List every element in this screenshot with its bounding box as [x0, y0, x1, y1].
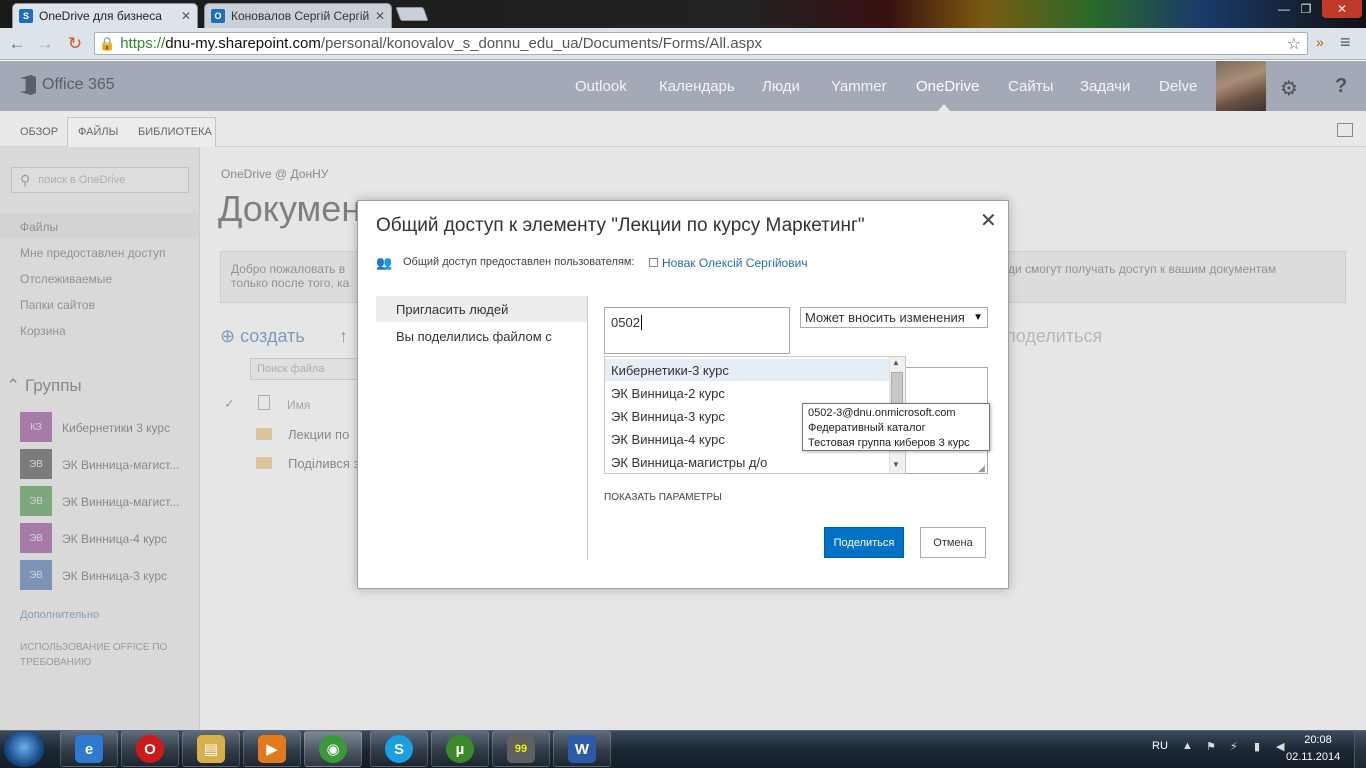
taskbar-utorrent[interactable]: µ	[431, 731, 489, 767]
invite-value: 0502	[611, 315, 640, 330]
sharepoint-icon: S	[19, 9, 33, 23]
users-icon: 👥	[376, 255, 393, 270]
close-icon[interactable]: ✕	[980, 208, 997, 233]
maximize-button[interactable]: ❐	[1292, 0, 1320, 18]
url-host: dnu-my.sharepoint.com	[165, 35, 321, 52]
address-bar[interactable]: 🔒 https://dnu-my.sharepoint.com/personal…	[94, 32, 1308, 55]
ribbon-tab-library[interactable]: БИБЛИОТЕКА	[138, 126, 212, 138]
chevron-down-icon: ▼	[973, 312, 983, 323]
office365-logo[interactable]: Office 365	[20, 75, 115, 95]
resize-grip-icon[interactable]: ◢	[978, 463, 985, 474]
language-indicator[interactable]: RU	[1152, 740, 1168, 752]
tooltip-description: Тестовая группа киберов 3 курс	[808, 437, 970, 449]
taskbar-word[interactable]: W	[553, 731, 611, 767]
taskbar-chrome[interactable]: ◉	[304, 731, 362, 767]
tooltip-directory: Федеративный каталог	[808, 422, 926, 434]
tray-expand-icon[interactable]: ▲	[1182, 740, 1193, 752]
gear-icon[interactable]: ⚙	[1280, 76, 1298, 101]
word-icon: W	[568, 735, 596, 763]
power-icon[interactable]: ⚡	[1230, 740, 1238, 753]
autocomplete-item[interactable]: ЭК Винница-3 курс	[611, 409, 725, 424]
nav-yammer[interactable]: Yammer	[831, 78, 887, 95]
scroll-down-icon[interactable]: ▼	[892, 460, 900, 469]
office-logo-icon	[20, 75, 36, 95]
autocomplete-item[interactable]: ЭК Винница-магистры д/о	[611, 455, 767, 470]
user-presence-icon	[649, 258, 658, 267]
nav-outlook[interactable]: Outlook	[575, 78, 627, 95]
ribbon-tab-files[interactable]: ФАЙЛЫ	[78, 126, 118, 138]
opera-icon: O	[136, 735, 164, 763]
tab-title: Коновалов Сергій Сергій	[231, 9, 369, 23]
autocomplete-item[interactable]: Кибернетики-3 курс	[611, 363, 729, 378]
avatar[interactable]	[1216, 61, 1266, 111]
clock-date[interactable]: 02.11.2014	[1286, 751, 1340, 763]
invite-people-input[interactable]: 0502	[604, 307, 790, 354]
flag-icon[interactable]: ⚑	[1206, 740, 1216, 753]
taskbar-explorer[interactable]: ▤	[182, 731, 240, 767]
show-options-link[interactable]: ПОКАЗАТЬ ПАРАМЕТРЫ	[604, 492, 722, 503]
folder-icon: ▤	[197, 735, 225, 763]
tab-shared-with[interactable]: Вы поделились файлом с	[396, 329, 552, 344]
shared-user-link[interactable]: Новак Олексій Сергійович	[662, 256, 808, 270]
taskbar-media-player[interactable]: ▶	[243, 731, 301, 767]
outlook-icon: O	[211, 9, 225, 23]
skype-icon: S	[385, 735, 413, 763]
tab-konovalov[interactable]: O Коновалов Сергій Сергій ✕	[204, 3, 392, 28]
nav-sites[interactable]: Сайты	[1008, 78, 1053, 95]
permission-select[interactable]: Может вносить изменения ▼	[800, 307, 988, 328]
volume-icon[interactable]: ◀	[1276, 740, 1284, 753]
extensions-chevron-icon[interactable]: »	[1316, 34, 1324, 50]
cancel-button[interactable]: Отмена	[920, 527, 986, 558]
nav-tasks[interactable]: Задачи	[1080, 78, 1130, 95]
nav-people[interactable]: Люди	[762, 78, 800, 95]
show-desktop-button[interactable]	[1354, 731, 1366, 768]
autocomplete-item[interactable]: ЭК Винница-2 курс	[611, 386, 725, 401]
lock-icon: 🔒	[99, 35, 116, 51]
help-icon[interactable]: ?	[1335, 75, 1347, 98]
dialog-title: Общий доступ к элементу "Лекции по курсу…	[376, 215, 865, 236]
new-tab-button[interactable]	[395, 7, 429, 21]
clock-time[interactable]: 20:08	[1300, 734, 1336, 746]
internet-explorer-icon: e	[75, 735, 103, 763]
url-scheme: https://	[120, 35, 166, 52]
taskbar-internet-explorer[interactable]: e	[60, 731, 118, 767]
reload-icon[interactable]: ↻	[64, 34, 86, 54]
close-icon[interactable]: ✕	[375, 9, 385, 23]
utorrent-icon: µ	[446, 735, 474, 763]
tab-onedrive[interactable]: S OneDrive для бизнеса ✕	[12, 3, 198, 28]
menu-icon[interactable]: ≡	[1340, 32, 1351, 53]
app-99-icon: 99	[507, 735, 535, 763]
taskbar-app-99[interactable]: 99	[492, 731, 550, 767]
close-icon[interactable]: ✕	[181, 9, 191, 23]
start-button[interactable]	[4, 731, 44, 767]
media-player-icon: ▶	[258, 735, 286, 763]
tab-invite-people[interactable]: Пригласить людей	[396, 302, 508, 317]
bookmark-star-icon[interactable]: ☆	[1287, 34, 1301, 54]
nav-calendar[interactable]: Календарь	[659, 78, 735, 95]
text-cursor	[640, 315, 642, 330]
active-nav-caret	[938, 104, 950, 111]
back-arrow-icon[interactable]: ←	[6, 34, 28, 54]
brand-name: Office 365	[42, 76, 115, 93]
tab-title: OneDrive для бизнеса	[39, 9, 162, 23]
tooltip-email: 0502-3@dnu.onmicrosoft.com	[808, 407, 956, 419]
share-submit-button[interactable]: Поделиться	[824, 527, 904, 558]
network-icon[interactable]: ▮	[1254, 740, 1260, 753]
dialog-divider	[587, 296, 588, 560]
scroll-up-icon[interactable]: ▲	[892, 358, 900, 367]
window-close-button[interactable]: ✕	[1322, 0, 1362, 18]
taskbar-opera[interactable]: O	[121, 731, 179, 767]
chrome-icon: ◉	[319, 735, 347, 763]
group-tooltip: 0502-3@dnu.onmicrosoft.com Федеративный …	[802, 403, 990, 451]
taskbar-skype[interactable]: S	[370, 731, 428, 767]
forward-arrow-icon[interactable]: →	[34, 34, 56, 54]
url-path: /personal/konovalov_s_donnu_edu_ua/Docum…	[320, 35, 762, 52]
nav-onedrive[interactable]: OneDrive	[916, 78, 979, 95]
shared-with-label: Общий доступ предоставлен пользователям:	[403, 256, 635, 268]
nav-delve[interactable]: Delve	[1159, 78, 1197, 95]
ribbon-tab-browse[interactable]: ОБЗОР	[20, 126, 58, 138]
autocomplete-item[interactable]: ЭК Винница-4 курс	[611, 432, 725, 447]
focus-content-icon[interactable]	[1337, 123, 1353, 137]
permission-value: Может вносить изменения	[805, 310, 965, 325]
